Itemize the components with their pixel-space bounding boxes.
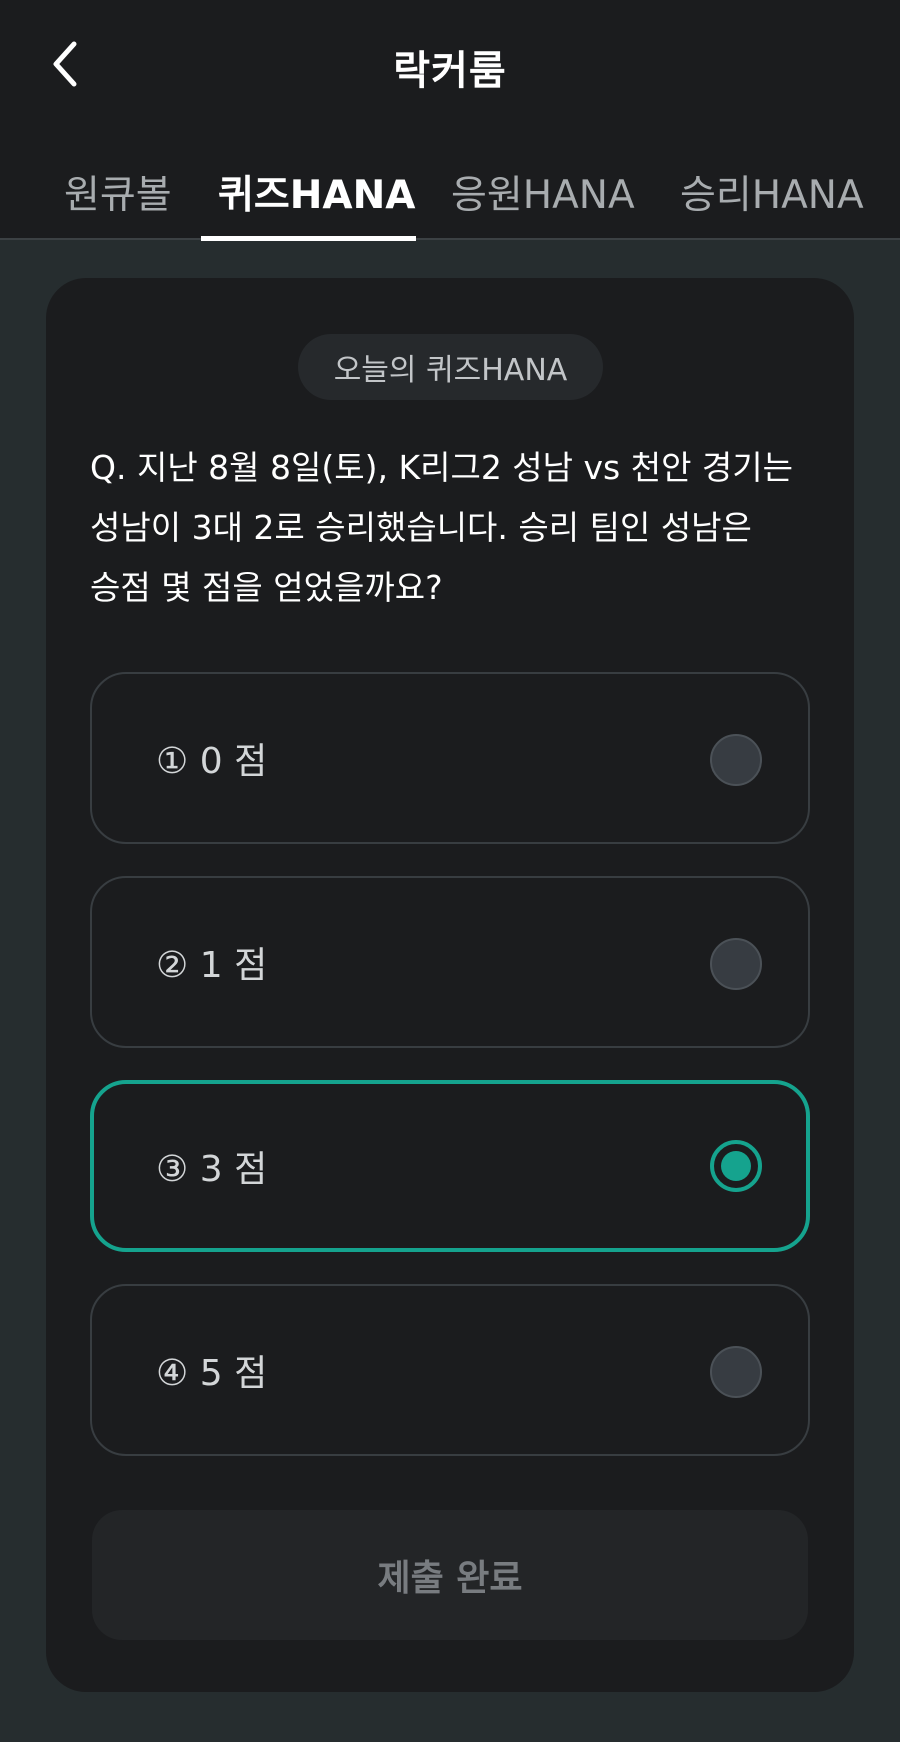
quiz-option-2[interactable]: ② 1 점 xyxy=(90,876,810,1048)
option-label: ① 0 점 xyxy=(156,741,268,782)
option-label: ③ 3 점 xyxy=(156,1149,268,1190)
quiz-option-1[interactable]: ① 0 점 xyxy=(90,672,810,844)
page-title: 락커룸 xyxy=(393,48,507,94)
option-label: ④ 5 점 xyxy=(156,1353,268,1394)
tab-victory-hana[interactable]: 승리HANA xyxy=(680,164,864,220)
quiz-question: Q. 지난 8월 8일(토), K리그2 성남 vs 천안 경기는 성남이 3대… xyxy=(90,448,794,607)
radio-unselected-icon[interactable] xyxy=(710,938,762,990)
submit-button[interactable]: 제출 완료 xyxy=(92,1510,808,1640)
radio-unselected-icon[interactable] xyxy=(710,1346,762,1398)
radio-selected-icon[interactable] xyxy=(710,1140,762,1192)
tab-quiz-hana[interactable]: 퀴즈HANA xyxy=(218,164,415,220)
radio-unselected-icon[interactable] xyxy=(710,734,762,786)
quiz-option-4[interactable]: ④ 5 점 xyxy=(90,1284,810,1456)
option-label: ② 1 점 xyxy=(156,945,268,986)
radio-dot xyxy=(721,1151,751,1181)
active-tab-indicator xyxy=(201,236,416,241)
tab-wonqball[interactable]: 원큐볼 xyxy=(64,164,172,220)
tab-cheer-hana[interactable]: 응원HANA xyxy=(451,164,635,220)
quiz-option-3[interactable]: ③ 3 점 xyxy=(90,1080,810,1252)
app-header: 락커룸 원큐볼 퀴즈HANA 응원HANA 승리HANA xyxy=(0,0,900,241)
quiz-card: 오늘의 퀴즈HANA Q. 지난 8월 8일(토), K리그2 성남 vs 천안… xyxy=(46,278,854,1692)
quiz-badge: 오늘의 퀴즈HANA xyxy=(298,334,603,400)
tab-bar: 원큐볼 퀴즈HANA 응원HANA 승리HANA xyxy=(0,160,900,241)
